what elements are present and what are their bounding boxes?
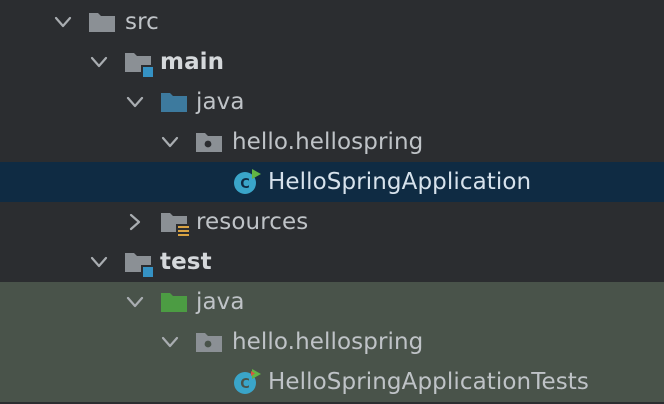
resources-folder-icon [160, 208, 190, 238]
package-icon [195, 128, 225, 156]
source-root-folder-icon [124, 248, 154, 277]
tree-item-label: hello.hellospring [232, 129, 424, 155]
chevron-down-icon[interactable] [158, 330, 182, 354]
tree-row-test-package[interactable]: hello.hellospring [0, 322, 664, 362]
tree-row-main[interactable]: main [0, 42, 664, 82]
tree-item-label: hello.hellospring [232, 329, 424, 355]
spring-class-icon: C [231, 168, 261, 196]
tree-item-label: resources [196, 209, 309, 235]
sources-folder-icon [160, 88, 190, 116]
project-tree: src main java hello.hellospring C HelloS… [0, 0, 664, 404]
chevron-down-icon[interactable] [123, 290, 147, 314]
tree-row-resources[interactable]: resources [0, 202, 664, 242]
tree-row-test-java[interactable]: java [0, 282, 664, 322]
folder-icon [88, 8, 118, 36]
tree-item-label: java [196, 289, 245, 315]
tree-row-hello-spring-application[interactable]: C HelloSpringApplication [0, 162, 664, 202]
tree-row-main-package[interactable]: hello.hellospring [0, 122, 664, 162]
tree-item-label: main [160, 49, 225, 75]
tree-row-hello-spring-application-tests[interactable]: C HelloSpringApplicationTests [0, 362, 664, 402]
tree-item-label: test [160, 249, 212, 275]
chevron-down-icon[interactable] [123, 90, 147, 114]
tree-row-src[interactable]: src [0, 2, 664, 42]
chevron-down-icon[interactable] [87, 50, 111, 74]
spring-class-icon: C [231, 368, 261, 396]
chevron-right-icon[interactable] [123, 210, 147, 234]
chevron-down-icon[interactable] [51, 10, 75, 34]
svg-text:C: C [240, 377, 250, 392]
tree-item-label: HelloSpringApplicationTests [268, 369, 590, 395]
tree-item-label: HelloSpringApplication [268, 169, 532, 195]
package-icon [195, 328, 225, 356]
chevron-down-icon[interactable] [87, 250, 111, 274]
test-sources-folder-icon [160, 288, 190, 316]
tree-row-main-java[interactable]: java [0, 82, 664, 122]
tree-item-label: java [196, 89, 245, 115]
chevron-down-icon[interactable] [158, 130, 182, 154]
svg-text:C: C [240, 177, 250, 192]
tree-item-label: src [125, 9, 159, 35]
source-root-folder-icon [124, 48, 154, 77]
tree-row-test[interactable]: test [0, 242, 664, 282]
